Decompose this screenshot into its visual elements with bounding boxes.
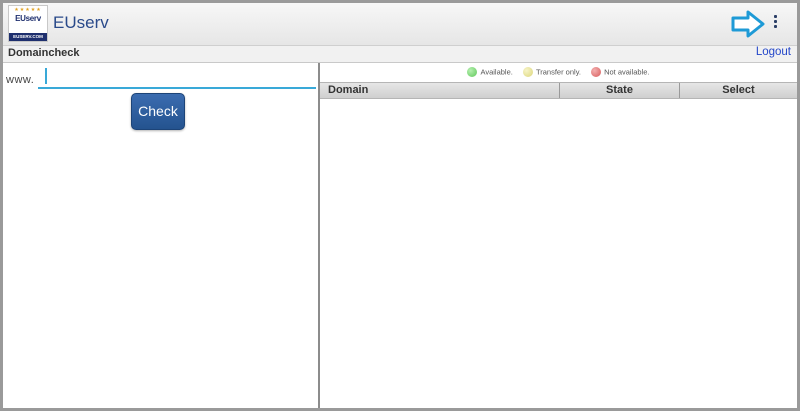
app-window: ★★★★★ EUserv EUSERV.COM EUserv Domainche… <box>0 0 800 411</box>
logo-bar: EUSERV.COM <box>9 33 47 41</box>
www-prefix-label: www. <box>6 74 35 86</box>
logo-text: EUserv <box>15 14 41 23</box>
arrow-right-icon <box>731 10 765 38</box>
legend-label: Not available. <box>604 67 650 77</box>
status-legend: Available. Transfer only. Not available. <box>320 67 797 79</box>
check-button[interactable]: Check <box>131 93 185 130</box>
action-bar: ★★★★★ EUserv EUSERV.COM EUserv <box>3 3 797 46</box>
results-table-header: Domain State Select <box>320 82 797 99</box>
overflow-menu-icon[interactable] <box>771 15 779 31</box>
column-header-state[interactable]: State <box>560 83 680 98</box>
green-dot-icon <box>467 67 478 78</box>
euserv-logo[interactable]: ★★★★★ EUserv EUSERV.COM <box>8 5 48 42</box>
text-cursor <box>45 68 47 84</box>
page-title: Domaincheck <box>8 47 80 59</box>
column-header-select[interactable]: Select <box>680 83 797 98</box>
legend-label: Available. <box>480 67 513 77</box>
red-dot-icon <box>591 67 602 78</box>
results-pane: Available. Transfer only. Not available.… <box>320 63 797 408</box>
legend-item-not-available: Not available. <box>591 67 650 78</box>
app-title: EUserv <box>53 13 109 32</box>
legend-label: Transfer only. <box>535 67 581 77</box>
logout-link[interactable]: Logout <box>756 46 791 58</box>
legend-item-available: Available. <box>467 67 513 78</box>
domain-input[interactable] <box>38 67 316 89</box>
logo-stars: ★★★★★ <box>14 7 42 13</box>
domain-input-pane: www. Check <box>3 63 320 408</box>
section-header: Domaincheck Logout <box>3 46 797 63</box>
yellow-dot-icon <box>522 67 533 78</box>
legend-item-transfer: Transfer only. <box>522 67 581 78</box>
column-header-domain[interactable]: Domain <box>320 83 560 98</box>
